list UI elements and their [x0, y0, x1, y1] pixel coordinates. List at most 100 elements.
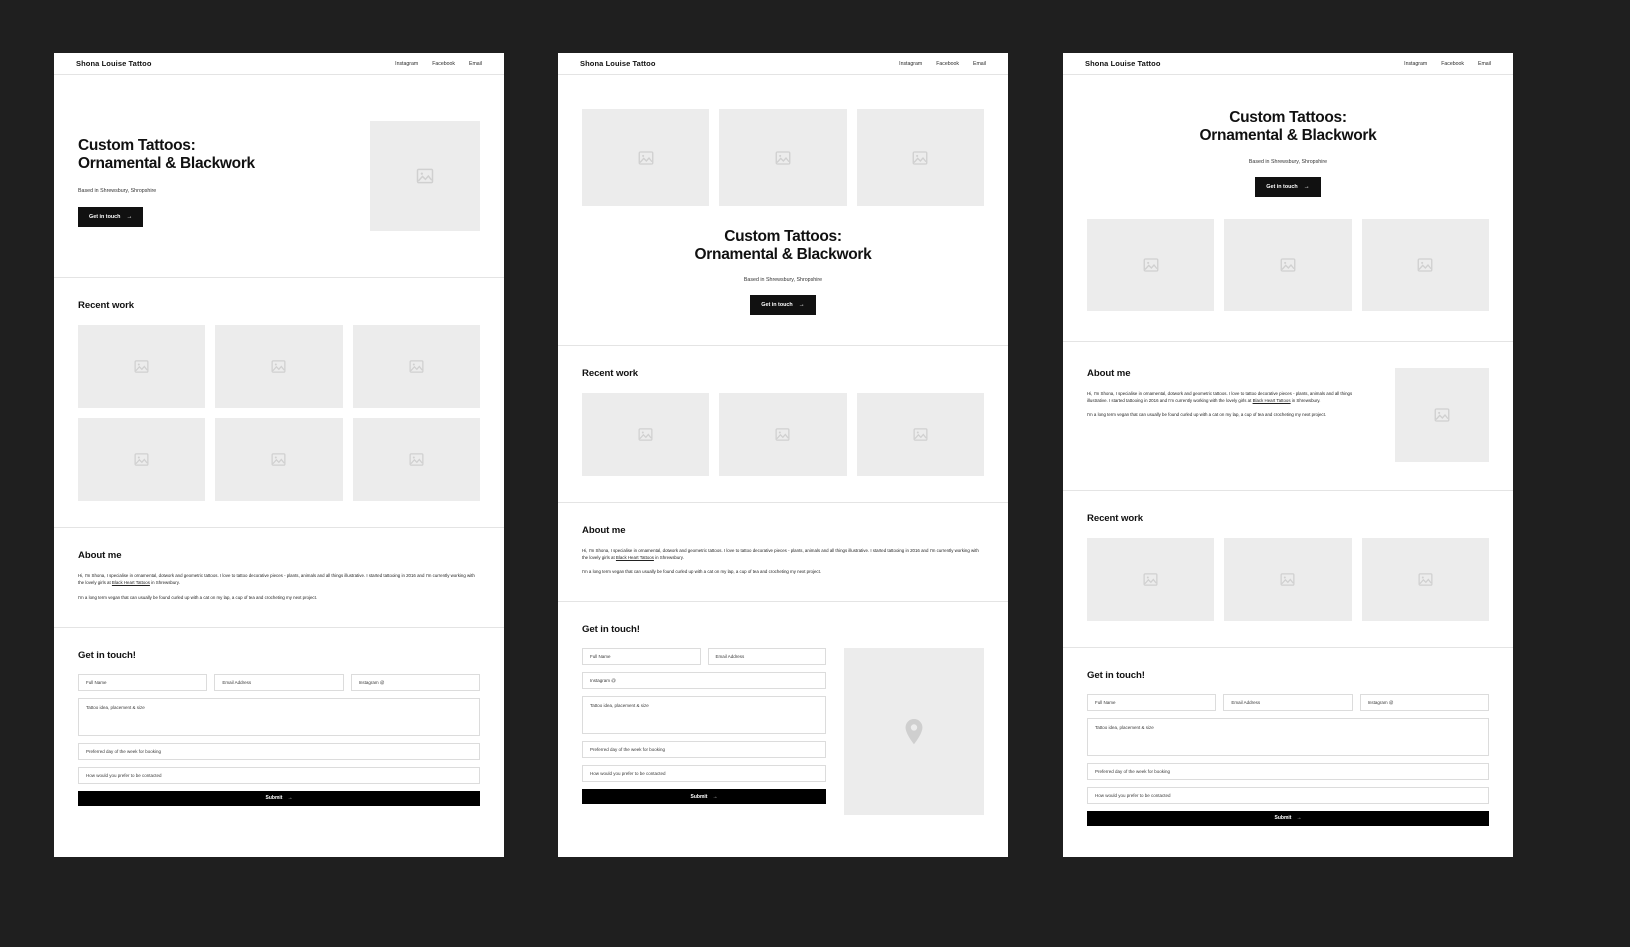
instagram-input[interactable]: Instagram @ [1359, 693, 1489, 711]
nav-link-facebook[interactable]: Facebook [936, 61, 959, 67]
image-placeholder-icon [1143, 572, 1158, 586]
about-image-placeholder [1395, 367, 1489, 462]
hero-cta-button[interactable]: Get in touch → [1255, 176, 1321, 197]
work-image-placeholder[interactable] [78, 325, 206, 408]
contact-form-row-1: Full Name Email Address [582, 648, 826, 666]
nav-link-email[interactable]: Email [973, 61, 986, 67]
about-heading: About me [78, 550, 122, 561]
full-name-input[interactable]: Full Name [1087, 693, 1217, 711]
about-text-part2: in Shrewsbury. [149, 580, 180, 586]
full-name-input[interactable]: Full Name [78, 673, 208, 691]
hero-cta-button[interactable]: Get in touch → [78, 206, 144, 227]
email-input[interactable]: Email Address [707, 648, 826, 666]
contact-section-tablet: Get in touch! Full Name Email Address In… [558, 602, 1008, 841]
tattoo-idea-textarea[interactable]: Tattoo idea, placement & size [78, 697, 480, 736]
submit-button[interactable]: Submit → [582, 789, 826, 805]
nav-link-facebook[interactable]: Facebook [432, 61, 455, 67]
contact-layout: Full Name Email Address Instagram @ Tatt… [582, 648, 984, 816]
hero-section: Custom Tattoos: Ornamental & Blackwork B… [558, 75, 1008, 346]
black-heart-tattoos-link[interactable]: Black Heart Tattoos [1253, 398, 1291, 403]
contact-method-input[interactable]: How would you prefer to be contacted [1087, 786, 1489, 804]
work-image-placeholder[interactable] [1087, 537, 1215, 621]
work-image-placeholder[interactable] [856, 392, 984, 476]
hero-title-line2: Ornamental & Blackwork [1199, 127, 1377, 145]
preferred-day-input[interactable]: Preferred day of the week for booking [1087, 762, 1489, 780]
hero-title-line2: Ornamental & Blackwork [694, 246, 872, 264]
work-image-placeholder[interactable] [719, 392, 847, 476]
nav-link-email[interactable]: Email [469, 61, 482, 67]
work-image-placeholder[interactable] [215, 325, 343, 408]
hero-cta-label: Get in touch [89, 213, 121, 220]
black-heart-tattoos-link[interactable]: Black Heart Tattoos [112, 580, 150, 585]
image-placeholder-icon [775, 150, 791, 165]
recent-work-heading: Recent work [582, 367, 638, 379]
mockup-panel-tablet: Shona Louise Tattoo Instagram Facebook E… [558, 53, 1008, 857]
contact-form: Full Name Email Address Instagram @ Tatt… [78, 673, 480, 806]
tattoo-idea-textarea[interactable]: Tattoo idea, placement & size [1087, 717, 1489, 756]
header-nav: Instagram Facebook Email [1404, 61, 1491, 67]
hero-title-line2: Ornamental & Blackwork [78, 155, 255, 173]
map-placeholder[interactable] [844, 648, 984, 816]
work-image-placeholder[interactable] [1361, 537, 1489, 621]
black-heart-tattoos-link[interactable]: Black Heart Tattoos [616, 555, 654, 560]
submit-button[interactable]: Submit → [1087, 810, 1489, 826]
contact-form-row-1: Full Name Email Address Instagram @ [78, 673, 480, 691]
nav-link-facebook[interactable]: Facebook [1441, 61, 1464, 67]
contact-method-input[interactable]: How would you prefer to be contacted [582, 765, 826, 783]
about-paragraph-1: Hi, I'm Shona, I specialise in ornamenta… [582, 547, 984, 562]
recent-work-section-tablet: Recent work [558, 346, 1008, 503]
recent-work-section-mobile: Recent work [1063, 491, 1513, 648]
work-image-placeholder[interactable] [352, 418, 480, 501]
image-placeholder-icon [1143, 257, 1159, 272]
about-text-part2: in Shrewsbury. [653, 554, 684, 560]
email-input[interactable]: Email Address [214, 673, 344, 691]
nav-link-instagram[interactable]: Instagram [1404, 61, 1427, 67]
submit-button[interactable]: Submit → [78, 790, 480, 806]
hero-subtitle: Based in Shrewsbury, Shropshire [78, 187, 157, 194]
nav-link-instagram[interactable]: Instagram [899, 61, 922, 67]
page-title: Custom Tattoos: Ornamental & Blackwork [78, 137, 342, 174]
hero-subtitle: Based in Shrewsbury, Shropshire [743, 276, 823, 283]
work-image-placeholder[interactable] [215, 418, 343, 501]
instagram-input[interactable]: Instagram @ [582, 672, 826, 690]
work-image-placeholder[interactable] [78, 418, 206, 501]
image-placeholder-icon [271, 360, 286, 373]
image-placeholder-icon [134, 360, 149, 373]
hero-image-placeholder [856, 109, 984, 206]
brand-logo[interactable]: Shona Louise Tattoo [580, 59, 656, 68]
hero-cta-button[interactable]: Get in touch → [750, 294, 816, 315]
submit-label: Submit [265, 795, 283, 802]
about-heading: About me [1087, 367, 1131, 379]
email-input[interactable]: Email Address [1223, 693, 1353, 711]
tattoo-idea-textarea[interactable]: Tattoo idea, placement & size [582, 696, 826, 735]
hero-cta-label: Get in touch [761, 301, 793, 308]
instagram-input[interactable]: Instagram @ [350, 673, 480, 691]
contact-heading: Get in touch! [582, 624, 640, 636]
image-placeholder-icon [1418, 572, 1433, 586]
hero-subtitle: Based in Shrewsbury, Shropshire [1248, 158, 1328, 165]
preferred-day-input[interactable]: Preferred day of the week for booking [582, 741, 826, 759]
work-image-placeholder[interactable] [582, 392, 710, 476]
page-title: Custom Tattoos: Ornamental & Blackwork [1087, 109, 1489, 146]
work-image-placeholder[interactable] [352, 325, 480, 408]
brand-logo[interactable]: Shona Louise Tattoo [76, 59, 152, 68]
contact-method-input[interactable]: How would you prefer to be contacted [78, 766, 480, 784]
about-section-tablet: About me Hi, I'm Shona, I specialise in … [558, 503, 1008, 603]
mockup-canvas: Shona Louise Tattoo Instagram Facebook E… [0, 0, 1630, 947]
contact-heading: Get in touch! [78, 649, 136, 661]
about-paragraph-2: I'm a long term vegan that can usually b… [1087, 412, 1327, 418]
image-placeholder-icon [271, 453, 286, 466]
image-placeholder-icon [912, 150, 928, 165]
work-image-placeholder[interactable] [1224, 537, 1352, 621]
submit-label: Submit [1274, 815, 1292, 822]
about-section-desktop: About me Hi, I'm Shona, I specialise in … [54, 528, 504, 628]
site-header: Shona Louise Tattoo Instagram Facebook E… [558, 53, 1008, 75]
full-name-input[interactable]: Full Name [582, 648, 701, 666]
recent-work-heading: Recent work [78, 300, 134, 311]
brand-logo[interactable]: Shona Louise Tattoo [1085, 59, 1161, 68]
recent-work-heading: Recent work [1087, 512, 1143, 524]
nav-link-email[interactable]: Email [1478, 61, 1491, 67]
preferred-day-input[interactable]: Preferred day of the week for booking [78, 742, 480, 760]
image-placeholder-icon [134, 453, 149, 466]
nav-link-instagram[interactable]: Instagram [395, 61, 418, 67]
